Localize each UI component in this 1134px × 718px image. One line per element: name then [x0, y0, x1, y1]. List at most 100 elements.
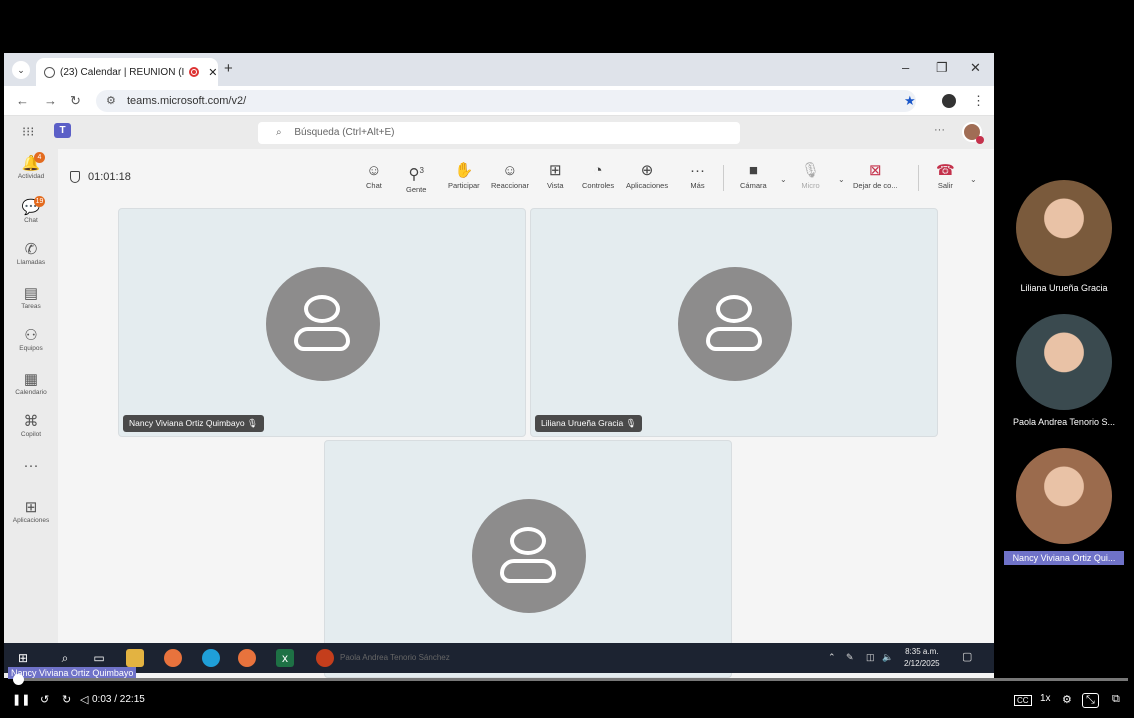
participant-name: Nancy Viviana Ortiz Qui... — [1004, 551, 1124, 565]
meeting-timer: 01:01:18 — [70, 171, 131, 183]
speed-button[interactable]: 1x — [1040, 693, 1051, 704]
profile-avatar[interactable] — [942, 94, 956, 108]
pause-icon[interactable]: ❚❚ — [12, 693, 30, 706]
tray-chevron-icon[interactable]: ⌃ — [828, 652, 836, 663]
participant-nametag: Liliana Urueña Gracia 🎙 — [535, 415, 643, 432]
app-launcher-icon[interactable]: ⁝⁝⁝ — [22, 124, 34, 140]
right-participant[interactable]: Liliana Urueña Gracia — [1004, 180, 1124, 293]
recording-icon — [189, 67, 200, 77]
bell-icon: 🔔 — [21, 155, 41, 172]
volume-icon[interactable]: 🔈 — [882, 652, 893, 663]
close-tab-icon[interactable]: ✕ — [208, 66, 217, 79]
raise-label: Participar — [448, 181, 480, 190]
forward-arrow-icon[interactable]: → — [44, 93, 57, 108]
close-window-button[interactable]: ✕ — [970, 60, 981, 76]
more-options-icon[interactable]: ··· — [934, 124, 945, 136]
chrome-active-icon[interactable] — [238, 649, 256, 667]
stop-share-icon: ⊠ — [869, 162, 882, 179]
settings-gear-icon[interactable]: ⚙ — [1062, 693, 1072, 706]
rewind-10-icon[interactable]: ↺ — [40, 693, 49, 706]
more-button[interactable]: ··· Más — [690, 161, 705, 190]
rail-item-label: Chat — [24, 217, 38, 224]
rail-item-label: Llamadas — [16, 259, 46, 266]
site-settings-icon[interactable]: ⚙ — [106, 95, 116, 107]
mic-label: Micro — [801, 181, 820, 190]
person-icon — [716, 295, 752, 323]
person-icon-body — [294, 327, 350, 351]
leave-chevron-icon[interactable]: ⌄ — [970, 175, 977, 184]
ellipsis-icon: ··· — [690, 162, 705, 179]
chat-button[interactable]: ☺ Chat — [366, 161, 382, 190]
bookmark-star-icon[interactable]: ★ — [904, 93, 916, 109]
back-arrow-icon[interactable]: ← — [16, 93, 29, 108]
browser-window: ⌄ (23) Calendar | REUNION (I ✕ + – ❐ ✕ ←… — [4, 53, 994, 678]
mic-chevron-icon[interactable]: ⌄ — [838, 175, 845, 184]
leave-button[interactable]: ☎ Salir — [936, 161, 955, 190]
camera-chevron-icon[interactable]: ⌄ — [780, 175, 787, 184]
chat-icon: ☺ — [366, 162, 382, 179]
right-participant[interactable]: Paola Andrea Tenorio S... — [1004, 314, 1124, 427]
rail-item-actividad[interactable]: 🔔 4 Actividad — [4, 152, 58, 180]
view-button[interactable]: ⊞ Vista — [547, 161, 564, 190]
notification-icon[interactable]: ▢ — [962, 650, 972, 663]
meeting-toolbar: 01:01:18 ☺ Chat ⚲3 Gente ✋ Participar ☺ … — [58, 157, 994, 201]
task-view-icon[interactable]: ▭ — [90, 649, 108, 667]
participant-tile[interactable]: Liliana Urueña Gracia 🎙 — [530, 208, 938, 437]
popout-icon[interactable]: ⧉ — [1112, 693, 1120, 706]
camera-off-icon: ■ — [748, 162, 758, 179]
new-tab-button[interactable]: + — [224, 60, 233, 77]
excel-icon[interactable]: x — [276, 649, 294, 667]
progress-knob[interactable] — [13, 674, 25, 685]
mic-button[interactable]: 🎙 Micro — [801, 161, 820, 190]
react-button[interactable]: ☺ Reaccionar — [491, 161, 529, 190]
apps-button[interactable]: ⊕ Aplicaciones — [626, 161, 668, 190]
camera-button[interactable]: ■ Cámara — [740, 161, 767, 190]
network-icon[interactable]: ◫ — [866, 652, 875, 663]
rail-item-copilot[interactable]: ⌘ Copilot — [4, 413, 58, 438]
toolbar-divider — [918, 165, 919, 191]
teams-icon: ⚇ — [24, 327, 38, 344]
system-clock[interactable]: 8:35 a.m. 2/12/2025 — [904, 646, 940, 670]
controls-button[interactable]: ◔ Controles — [582, 161, 614, 190]
forward-10-icon[interactable]: ↻ — [62, 693, 71, 706]
rail-item-calendario[interactable]: ▦ Calendario — [4, 371, 58, 396]
pen-icon[interactable]: ✎ — [846, 652, 854, 663]
participant-name: Liliana Urueña Gracia — [1020, 283, 1108, 293]
rail-item-aplicaciones[interactable]: ⊞ Aplicaciones — [4, 499, 58, 524]
raise-hand-button[interactable]: ✋ Participar — [448, 161, 480, 190]
reload-icon[interactable]: ↻ — [70, 93, 81, 109]
stop-sharing-button[interactable]: ⊠ Dejar de co... — [853, 161, 898, 190]
rail-item-more[interactable]: ··· — [4, 457, 58, 475]
windows-start-icon[interactable]: ⊞ — [14, 649, 32, 667]
minimize-button[interactable]: – — [902, 60, 909, 75]
chrome-icon[interactable] — [164, 649, 182, 667]
rail-item-chat[interactable]: 💬 19 Chat — [4, 196, 58, 224]
browser-menu-icon[interactable]: ⋮ — [972, 93, 985, 109]
restore-button[interactable]: ❐ — [936, 60, 948, 76]
apps-icon: ⊞ — [24, 499, 38, 516]
edge-icon[interactable] — [202, 649, 220, 667]
people-label: Gente — [406, 185, 427, 194]
search-icon[interactable]: ⌕ — [56, 649, 74, 667]
browser-tab[interactable]: (23) Calendar | REUNION (I ✕ — [36, 58, 218, 86]
powerpoint-icon[interactable] — [316, 649, 334, 667]
windows-taskbar: ⊞ ⌕ ▭ x Paola Andrea Tenorio Sánchez ⌃ ✎… — [4, 643, 994, 673]
exit-fullscreen-icon[interactable]: ⤡ — [1082, 693, 1099, 708]
rail-item-label: Tareas — [21, 303, 41, 310]
rail-item-llamadas[interactable]: ✆ Llamadas — [4, 241, 58, 266]
progress-bar[interactable] — [13, 674, 1128, 685]
volume-icon[interactable]: ◁ — [80, 693, 88, 706]
people-button[interactable]: ⚲3 Gente — [406, 161, 426, 194]
captions-button[interactable]: CC — [1014, 695, 1032, 706]
file-explorer-icon[interactable] — [126, 649, 144, 667]
people-count: 3 — [419, 166, 424, 175]
right-participant[interactable]: Nancy Viviana Ortiz Qui... — [1004, 448, 1124, 565]
person-icon-body — [706, 327, 762, 351]
rail-item-tareas[interactable]: ▤ Tareas — [4, 285, 58, 310]
address-bar[interactable]: ⚙ teams.microsoft.com/v2/ — [96, 90, 916, 112]
search-input[interactable]: ⌕ Búsqueda (Ctrl+Alt+E) — [258, 122, 740, 144]
tab-search-button[interactable]: ⌄ — [12, 61, 30, 79]
rail-item-equipos[interactable]: ⚇ Equipos — [4, 327, 58, 352]
participant-photo — [1016, 314, 1112, 410]
participant-tile[interactable]: Nancy Viviana Ortiz Quimbayo 🎙 — [118, 208, 526, 437]
